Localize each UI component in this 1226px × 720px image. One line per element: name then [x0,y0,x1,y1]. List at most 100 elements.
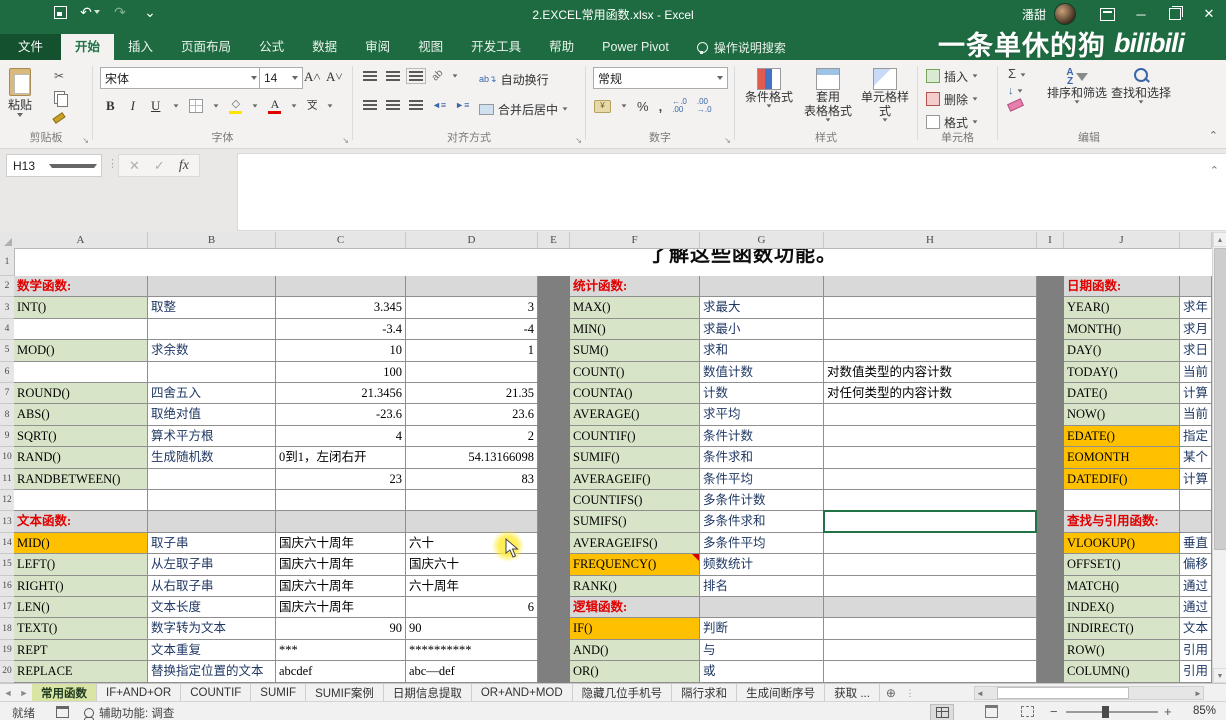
cell-H14[interactable] [824,532,1037,555]
cell-A10[interactable]: RAND() [14,447,148,469]
sheet-tab-常用函数[interactable]: 常用函数 [32,684,97,702]
cell-C8[interactable]: -23.6 [276,404,406,426]
formula-bar-expand-icon[interactable]: ⌃ [1210,164,1219,177]
cell-K12[interactable] [1180,490,1212,512]
cell-B17[interactable]: 文本长度 [148,597,276,619]
cell-D4[interactable]: -4 [406,318,538,341]
clipboard-dialog-launcher-icon[interactable]: ↘ [82,136,89,145]
cell-G8[interactable]: 求平均 [700,404,824,426]
ribbon-tab-公式[interactable]: 公式 [245,34,298,60]
cell-K13[interactable] [1180,511,1212,533]
cell-C14[interactable]: 国庆六十周年 [276,532,406,555]
cell-K5[interactable]: 求日 [1180,340,1212,362]
cell-A9[interactable]: SQRT() [14,425,148,448]
row-header-10[interactable]: 10 [0,447,15,469]
cell-D15[interactable]: 国庆六十 [406,554,538,576]
cell-K10[interactable]: 某个 [1180,447,1212,469]
cell-C9[interactable]: 4 [276,425,406,448]
sheet-tab-隔行求和[interactable]: 隔行求和 [672,684,738,702]
row-header-8[interactable]: 8 [0,404,15,426]
column-header-H[interactable]: H [824,232,1037,249]
sheet-tab-OR+AND+MOD[interactable]: OR+AND+MOD [472,684,573,702]
cell-F17[interactable]: 逻辑函数: [570,597,700,619]
cell-A5[interactable]: MOD() [14,340,148,362]
delete-cells-button[interactable]: 删除 [926,90,978,108]
column-header-E[interactable]: E [538,232,570,249]
hscroll-left-icon[interactable]: ◄ [975,689,985,698]
align-right-icon[interactable] [409,100,423,110]
increase-indent-icon[interactable]: ►≡ [455,100,469,110]
cell-K6[interactable]: 当前 [1180,361,1212,383]
page-break-view-icon[interactable] [1016,704,1038,719]
alignment-dialog-launcher-icon[interactable]: ↘ [575,136,582,145]
cell-D3[interactable]: 3 [406,297,538,319]
cell-F6[interactable]: COUNT() [570,361,700,383]
cell-C3[interactable]: 3.345 [276,297,406,319]
cell-H3[interactable] [824,297,1037,319]
cell-C13[interactable] [276,511,406,533]
cell-F18[interactable]: IF() [570,618,700,640]
column-header-K[interactable] [1180,232,1212,249]
cell-C18[interactable]: 90 [276,618,406,640]
cell-A2[interactable]: 数学函数: [14,276,148,298]
cell-G13[interactable]: 多条件求和 [700,511,824,533]
cell-J13[interactable]: 查找与引用函数: [1064,511,1180,533]
sheet-tab-日期信息提取[interactable]: 日期信息提取 [384,684,472,702]
cell-H12[interactable] [824,490,1037,512]
row-header-2[interactable]: 2 [0,276,15,298]
format-painter-icon[interactable] [50,110,68,126]
cell-H7[interactable]: 对任何类型的内容计数 [824,383,1037,405]
sheet-tab-生成间断序号[interactable]: 生成间断序号 [737,684,826,702]
insert-cells-button[interactable]: 插入 [926,67,978,85]
align-center-icon[interactable] [386,100,400,110]
macro-record-icon[interactable] [56,706,69,718]
align-left-icon[interactable] [363,100,377,110]
cell-G10[interactable]: 条件求和 [700,447,824,469]
row-header-14[interactable]: 14 [0,532,15,555]
row-header-5[interactable]: 5 [0,340,15,362]
sheet-nav-left-icon[interactable]: ◄ [0,684,16,702]
cell-F2[interactable]: 统计函数: [570,276,700,298]
cell-B13[interactable] [148,511,276,533]
cell-K4[interactable]: 求月 [1180,318,1212,341]
cell-K15[interactable]: 偏移 [1180,554,1212,576]
cell-B20[interactable]: 替换指定位置的文本 [148,661,276,683]
wrap-text-button[interactable]: ab↴ 自动换行 [479,70,549,88]
column-header-G[interactable]: G [700,232,824,249]
cell-B6[interactable] [148,361,276,383]
cell-F16[interactable]: RANK() [570,575,700,597]
ribbon-tab-文件[interactable]: 文件 [0,34,62,60]
cell-B9[interactable]: 算术平方根 [148,425,276,448]
cell-A11[interactable]: RANDBETWEEN() [14,468,148,490]
row-header-16[interactable]: 16 [0,575,15,597]
cell-D2[interactable] [406,276,538,298]
cell-H15[interactable] [824,554,1037,576]
ribbon-tab-审阅[interactable]: 审阅 [351,34,404,60]
cell-F4[interactable]: MIN() [570,318,700,341]
ribbon-tab-开发工具[interactable]: 开发工具 [457,34,535,60]
row-header-15[interactable]: 15 [0,554,15,576]
phonetic-guide-icon[interactable]: 文 [307,100,318,112]
cell-B3[interactable]: 取整 [148,297,276,319]
cell-H20[interactable] [824,661,1037,683]
cell-F5[interactable]: SUM() [570,340,700,362]
clear-icon[interactable] [1007,98,1024,112]
cell-F20[interactable]: OR() [570,661,700,683]
cell-styles-button[interactable]: 单元格样式 [857,68,913,122]
ribbon-tab-视图[interactable]: 视图 [404,34,457,60]
cell-J6[interactable]: TODAY() [1064,361,1180,383]
cell-G5[interactable]: 求和 [700,340,824,362]
cell-D5[interactable]: 1 [406,340,538,362]
cell-C19[interactable]: *** [276,639,406,662]
cell-H5[interactable] [824,340,1037,362]
hscroll-right-icon[interactable]: ► [1193,689,1203,698]
cell-H8[interactable] [824,404,1037,426]
sheet-nav-right-icon[interactable]: ► [16,684,32,702]
cell-A20[interactable]: REPLACE [14,661,148,683]
row-header-17[interactable]: 17 [0,597,15,619]
cell-K2[interactable] [1180,276,1212,298]
cell-K11[interactable]: 计算 [1180,468,1212,490]
cell-J14[interactable]: VLOOKUP() [1064,532,1180,555]
name-box[interactable]: H13 [6,154,102,177]
comma-style-icon[interactable]: , [659,99,663,114]
